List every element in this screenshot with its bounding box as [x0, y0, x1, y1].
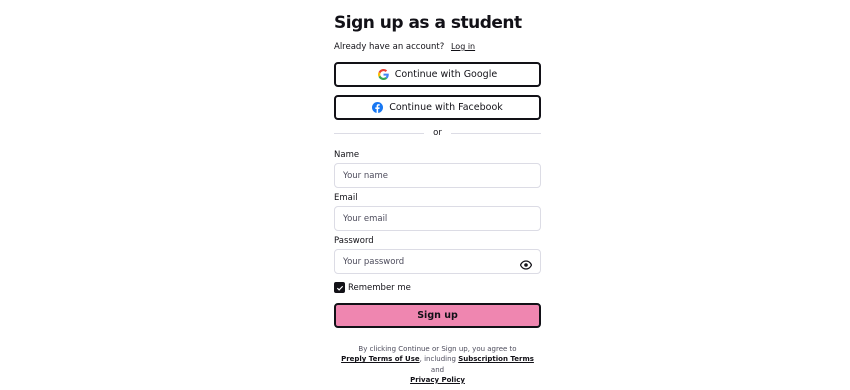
- terms-prefix: By clicking Continue or Sign up, you agr…: [358, 345, 517, 353]
- email-input[interactable]: [334, 206, 541, 231]
- divider-line-left: [334, 132, 425, 134]
- login-prompt: Already have an account? Log in: [334, 42, 475, 52]
- divider-line-right: [450, 132, 542, 134]
- signup-page: Sign up as a student Already have an acc…: [0, 0, 850, 390]
- continue-with-google-button[interactable]: Continue with Google: [334, 62, 541, 87]
- terms-middle: , including: [419, 355, 456, 364]
- sign-up-button[interactable]: Sign up: [334, 303, 541, 328]
- name-input[interactable]: [334, 163, 541, 188]
- terms-and: and: [430, 365, 445, 374]
- google-button-label: Continue with Google: [394, 69, 498, 80]
- continue-with-facebook-button[interactable]: Continue with Facebook: [334, 95, 541, 120]
- password-input[interactable]: [334, 249, 541, 274]
- terms-of-use-link[interactable]: Preply Terms of Use: [341, 355, 420, 363]
- privacy-policy-link[interactable]: Privacy Policy: [410, 376, 465, 384]
- eye-icon[interactable]: [519, 256, 533, 270]
- facebook-button-label: Continue with Facebook: [389, 102, 503, 113]
- google-icon: [377, 69, 389, 80]
- or-divider: or: [334, 127, 542, 139]
- remember-me-label: Remember me: [348, 282, 411, 293]
- name-label: Name: [334, 150, 360, 160]
- remember-me-checkbox[interactable]: [334, 282, 345, 293]
- page-title: Sign up as a student: [334, 13, 522, 33]
- login-question: Already have an account?: [334, 42, 445, 52]
- password-label: Password: [334, 236, 374, 246]
- divider-label: or: [433, 128, 442, 138]
- terms-notice: By clicking Continue or Sign up, you agr…: [334, 344, 541, 385]
- email-label: Email: [334, 193, 358, 203]
- remember-me[interactable]: Remember me: [334, 282, 411, 293]
- login-link[interactable]: Log in: [451, 42, 475, 51]
- subscription-terms-link[interactable]: Subscription Terms: [458, 355, 534, 363]
- facebook-icon: [372, 102, 384, 113]
- checkmark-icon: [336, 285, 343, 291]
